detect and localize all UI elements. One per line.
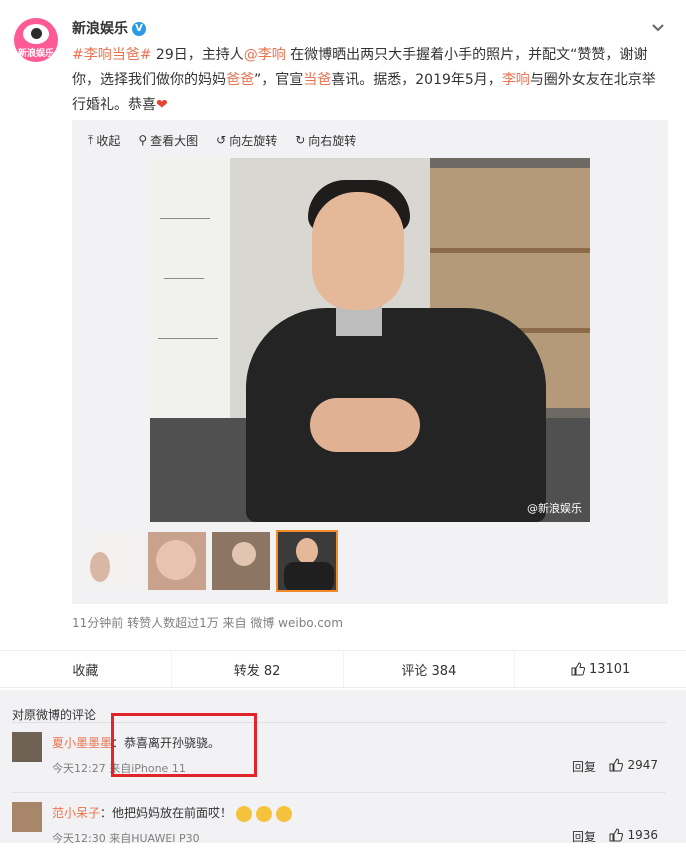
comment-button[interactable]: 评论 384	[342, 651, 515, 687]
rotate-left-label: 向左旋转	[229, 133, 278, 148]
comment-item: 夏小墨墨墨：恭喜离开孙骁骁。 今天12:27 来自iPhone 11 回复 29…	[0, 732, 686, 790]
divider	[12, 792, 666, 793]
thumbnail-1[interactable]	[84, 532, 142, 590]
collapse-icon: ⤒	[88, 132, 94, 147]
comment-item: 范小呆子：他把妈妈放在前面哎！ 今天12:30 来自HUAWEI P30 回复 …	[0, 802, 686, 860]
main-photo[interactable]: @新浪娱乐	[150, 158, 590, 522]
view-large-label: 查看大图	[150, 133, 199, 148]
mention-link[interactable]: @李响	[244, 47, 286, 63]
author-avatar[interactable]: 新浪娱乐	[14, 18, 58, 62]
rotate-right-button[interactable]: ↻ 向右旋转	[295, 132, 356, 148]
comment-time: 今天12:30 来自HUAWEI P30	[52, 832, 200, 845]
action-bar: 收藏 转发 82 评论 384 13101	[0, 650, 686, 688]
keyword-link-lixiang[interactable]: 李响	[502, 72, 530, 88]
comment-like-button[interactable]: 2947	[609, 758, 658, 772]
thumbs-up-icon	[571, 662, 585, 676]
reply-button[interactable]: 回复	[572, 758, 596, 775]
rotate-right-icon: ↻	[295, 133, 306, 147]
post-meta: 11分钟前 转赞人数超过1万 来自 微博 weibo.com	[72, 616, 343, 630]
post-text-part1: 29日，主持人	[151, 47, 244, 63]
collapse-button[interactable]: ⤒ 收起	[88, 132, 120, 148]
highlight-annotation-box	[111, 713, 257, 777]
repost-button[interactable]: 转发 82	[170, 651, 343, 687]
like-count: 13101	[588, 661, 631, 677]
thumbnail-3[interactable]	[212, 532, 270, 590]
verified-badge-icon: V	[132, 22, 146, 36]
logo-text: 新浪娱乐	[17, 49, 54, 59]
author-name[interactable]: 新浪娱乐 V	[72, 18, 146, 38]
favorite-label: 收藏	[72, 663, 99, 679]
commenter-name[interactable]: 夏小墨墨墨	[52, 736, 112, 750]
rotate-left-button[interactable]: ↺ 向左旋转	[216, 132, 277, 148]
magnifier-icon: ⚲	[138, 133, 148, 147]
thumbs-up-icon	[609, 758, 624, 772]
post-text: #李响当爸# 29日，主持人@李响 在微博晒出两只大手握着小手的照片，并配文“赞…	[72, 43, 664, 118]
commenter-name[interactable]: 范小呆子	[52, 806, 100, 820]
favorite-button[interactable]: 收藏	[0, 651, 171, 687]
comments-title: 对原微博的评论	[12, 708, 97, 722]
collapse-label: 收起	[96, 133, 121, 148]
commenter-avatar[interactable]	[12, 732, 42, 762]
logo-eye-icon	[23, 24, 49, 44]
media-viewer: ⤒ 收起 ⚲ 查看大图 ↺ 向左旋转 ↻ 向右旋转 @新浪娱乐	[72, 120, 668, 604]
comment-like-button[interactable]: 1936	[609, 828, 658, 842]
thumbnail-2[interactable]	[148, 532, 206, 590]
chevron-down-icon[interactable]	[650, 20, 666, 36]
thumbnail-strip	[84, 530, 338, 592]
comment-like-count: 2947	[627, 758, 658, 772]
comments-section: 对原微博的评论 夏小墨墨墨：恭喜离开孙骁骁。 今天12:27 来自iPhone …	[0, 690, 686, 845]
thumbs-up-icon	[609, 828, 624, 842]
commenter-avatar[interactable]	[12, 802, 42, 832]
emoji-icon	[276, 805, 293, 822]
like-button[interactable]: 13101	[514, 651, 686, 687]
repost-label: 转发 82	[233, 663, 281, 679]
rotate-left-icon: ↺	[216, 133, 227, 147]
reply-button[interactable]: 回复	[572, 828, 596, 845]
keyword-link-dangba[interactable]: 当爸	[303, 72, 331, 88]
rotate-right-label: 向右旋转	[308, 133, 357, 148]
emoji-icon	[256, 805, 273, 822]
heart-icon: ❤	[156, 97, 168, 113]
post-text-part3: ”，官宣	[254, 72, 304, 88]
comment-label: 评论 384	[401, 663, 457, 679]
author-name-text[interactable]: 新浪娱乐	[72, 21, 128, 37]
comment-text: 范小呆子：他把妈妈放在前面哎！	[52, 804, 293, 822]
comment-like-count: 1936	[627, 828, 658, 842]
photo-watermark: @新浪娱乐	[527, 502, 582, 515]
view-large-button[interactable]: ⚲ 查看大图	[138, 132, 198, 148]
weibo-post-card: 新浪娱乐 新浪娱乐 V #李响当爸# 29日，主持人@李响 在微博晒出两只大手握着…	[0, 0, 686, 690]
media-toolbar: ⤒ 收起 ⚲ 查看大图 ↺ 向左旋转 ↻ 向右旋转	[88, 132, 356, 148]
emoji-icon	[236, 805, 253, 822]
keyword-link-baba[interactable]: 爸爸	[226, 72, 254, 88]
post-text-part4: 喜讯。据悉，2019年5月，	[331, 72, 502, 88]
comment-body: ：他把妈妈放在前面哎！	[100, 806, 233, 820]
thumbnail-4-selected[interactable]	[276, 530, 338, 592]
hashtag-link[interactable]: #李响当爸#	[72, 47, 151, 63]
